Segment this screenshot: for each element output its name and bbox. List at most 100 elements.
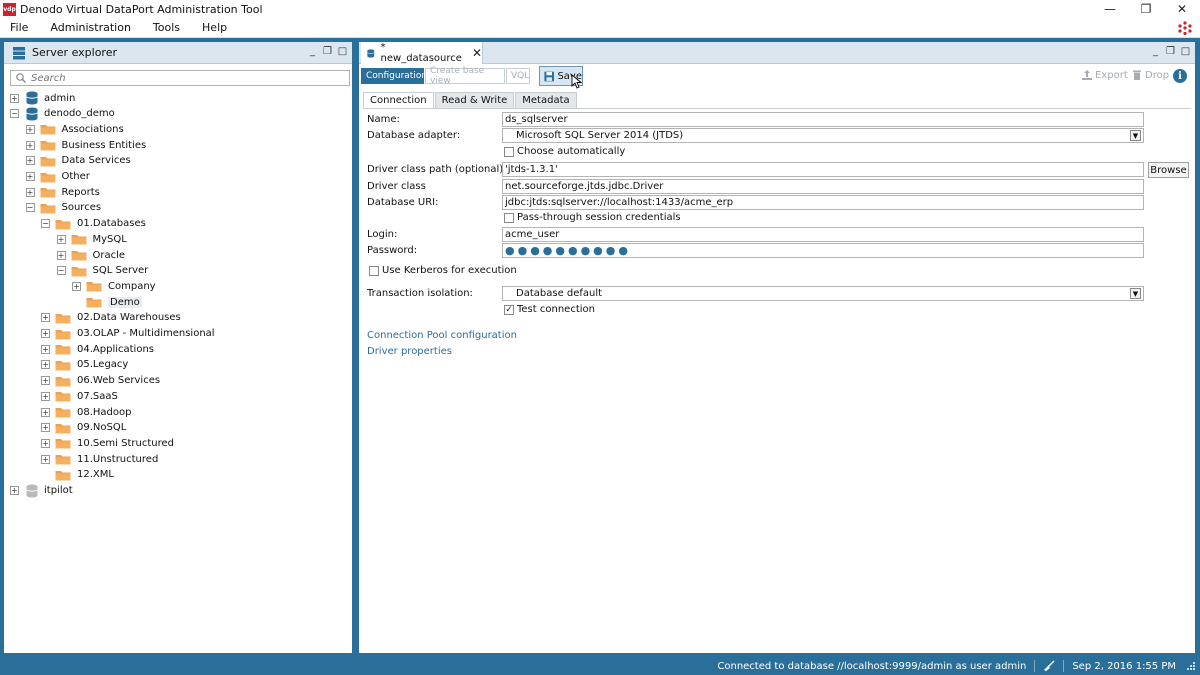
- tree-item[interactable]: +06.Web Services: [41, 373, 160, 389]
- create-base-view-button[interactable]: Create base view: [425, 66, 505, 86]
- menu-help[interactable]: Help: [191, 21, 238, 34]
- panel-minimize-icon[interactable]: _: [307, 45, 318, 58]
- expand-icon[interactable]: +: [25, 156, 35, 166]
- tree-item[interactable]: + Data Services: [25, 153, 131, 169]
- tree-item[interactable]: − 01.Databases: [41, 216, 146, 232]
- chevron-down-icon[interactable]: ▼: [1130, 130, 1141, 141]
- tree-item[interactable]: − denodo_demo: [10, 106, 115, 122]
- expand-icon[interactable]: +: [41, 438, 50, 448]
- tree-item[interactable]: +03.OLAP - Multidimensional: [41, 326, 215, 342]
- tree-item[interactable]: + Oracle: [56, 247, 125, 263]
- tree-item-label: denodo_demo: [44, 108, 115, 120]
- tab-read-write[interactable]: Read & Write: [434, 92, 515, 108]
- search-box[interactable]: [10, 70, 350, 86]
- minimize-button[interactable]: —: [1092, 0, 1128, 18]
- expand-icon[interactable]: +: [41, 329, 50, 338]
- menu-administration[interactable]: Administration: [39, 21, 142, 34]
- connection-pool-link[interactable]: Connection Pool configuration: [367, 330, 517, 341]
- tree-item[interactable]: 12.XML: [41, 467, 114, 483]
- tree-item[interactable]: Demo: [72, 294, 142, 310]
- tree-item[interactable]: + Reports: [25, 184, 100, 200]
- tree-item[interactable]: +08.Hadoop: [41, 404, 131, 420]
- menu-file[interactable]: File: [0, 21, 39, 34]
- export-button[interactable]: Export: [1081, 69, 1128, 81]
- choose-automatically-checkbox[interactable]: [504, 147, 514, 157]
- info-icon[interactable]: i: [1173, 69, 1187, 83]
- collapse-icon[interactable]: −: [56, 266, 66, 276]
- kerberos-checkbox[interactable]: [369, 266, 379, 276]
- panel-restore-icon[interactable]: ❐: [322, 45, 333, 58]
- tree-item[interactable]: + itpilot: [10, 483, 73, 499]
- expand-icon[interactable]: +: [56, 234, 66, 244]
- transaction-isolation-select[interactable]: Database default ▼: [502, 286, 1144, 301]
- collapse-icon[interactable]: −: [41, 219, 50, 229]
- name-field[interactable]: ds_sqlserver: [502, 112, 1144, 127]
- tab-metadata[interactable]: Metadata: [515, 92, 577, 108]
- chevron-down-icon[interactable]: ▼: [1130, 288, 1141, 299]
- expand-icon[interactable]: +: [10, 486, 19, 495]
- collapse-icon[interactable]: −: [10, 109, 19, 119]
- resize-grip-icon[interactable]: [1186, 661, 1196, 671]
- expand-icon[interactable]: +: [41, 376, 50, 386]
- tab-connection[interactable]: Connection: [363, 92, 434, 108]
- expand-icon[interactable]: +: [41, 423, 50, 433]
- expand-icon[interactable]: +: [41, 344, 50, 354]
- expand-icon[interactable]: +: [41, 454, 50, 464]
- browse-button[interactable]: Browse: [1148, 162, 1189, 178]
- expand-icon[interactable]: +: [56, 250, 66, 260]
- editor-restore-icon[interactable]: ❐: [1165, 45, 1176, 58]
- expand-icon[interactable]: +: [25, 172, 35, 181]
- tree-item[interactable]: +11.Unstructured: [41, 451, 158, 467]
- expand-icon[interactable]: +: [41, 313, 50, 323]
- tree-item[interactable]: +02.Data Warehouses: [41, 310, 181, 326]
- tree-item[interactable]: +04.Applications: [41, 341, 154, 357]
- expand-icon[interactable]: +: [25, 140, 35, 150]
- vql-button[interactable]: VQL: [506, 68, 530, 84]
- pass-through-checkbox[interactable]: [504, 213, 514, 223]
- editor-maximize-icon[interactable]: □: [1180, 45, 1191, 58]
- tab-new-datasource[interactable]: * new_datasource ✕: [361, 42, 483, 64]
- menu-tools[interactable]: Tools: [142, 21, 191, 34]
- driver-class-path-field[interactable]: 'jtds-1.3.1': [502, 162, 1144, 177]
- tree-item[interactable]: + MySQL: [56, 231, 127, 247]
- login-field[interactable]: acme_user: [502, 227, 1144, 242]
- close-tab-icon[interactable]: ✕: [472, 46, 482, 60]
- expand-icon[interactable]: +: [10, 93, 19, 103]
- expand-icon[interactable]: +: [72, 281, 81, 291]
- tree-item[interactable]: + Associations: [25, 121, 124, 137]
- database-adapter-select[interactable]: Microsoft SQL Server 2014 (JTDS) ▼: [502, 128, 1144, 143]
- database-icon: [26, 91, 38, 105]
- editor-minimize-icon[interactable]: _: [1150, 45, 1161, 58]
- drop-button[interactable]: Drop: [1131, 69, 1169, 81]
- tree-item[interactable]: +09.NoSQL: [41, 420, 126, 436]
- database-uri-field[interactable]: jdbc:jtds:sqlserver://localhost:1433/acm…: [502, 195, 1144, 210]
- driver-properties-link[interactable]: Driver properties: [367, 346, 452, 357]
- test-connection-checkbox[interactable]: ✓: [504, 305, 514, 315]
- folder-icon: [55, 376, 71, 387]
- panel-maximize-icon[interactable]: □: [337, 45, 348, 58]
- expand-icon[interactable]: +: [25, 124, 35, 134]
- tree-item[interactable]: + Business Entities: [25, 137, 146, 153]
- broom-icon[interactable]: [1043, 660, 1055, 672]
- tree-item[interactable]: + admin: [10, 90, 75, 106]
- tree-item[interactable]: +10.Semi Structured: [41, 435, 174, 451]
- expand-icon[interactable]: +: [25, 187, 35, 197]
- driver-class-field[interactable]: net.sourceforge.jtds.jdbc.Driver: [502, 179, 1144, 194]
- tree-item[interactable]: − Sources: [25, 200, 101, 216]
- tree-item[interactable]: +05.Legacy: [41, 357, 128, 373]
- tree-item[interactable]: + Company: [72, 278, 156, 294]
- restore-button[interactable]: ❐: [1128, 0, 1164, 18]
- collapse-icon[interactable]: −: [25, 203, 35, 213]
- search-input[interactable]: [31, 72, 331, 84]
- expand-icon[interactable]: +: [41, 407, 50, 417]
- tree-item-label: 09.NoSQL: [77, 422, 127, 434]
- tree-item[interactable]: + Other: [25, 169, 90, 185]
- configuration-button[interactable]: Configuration: [361, 68, 427, 84]
- password-field[interactable]: ●●●●●●●●●●: [502, 243, 1144, 258]
- connection-status: Connected to database //localhost:9999/a…: [717, 660, 1027, 672]
- close-button[interactable]: ✕: [1164, 0, 1200, 18]
- tree-item[interactable]: +07.SaaS: [41, 388, 118, 404]
- expand-icon[interactable]: +: [41, 360, 50, 370]
- expand-icon[interactable]: +: [41, 391, 50, 401]
- tree-item[interactable]: − SQL Server: [56, 263, 148, 279]
